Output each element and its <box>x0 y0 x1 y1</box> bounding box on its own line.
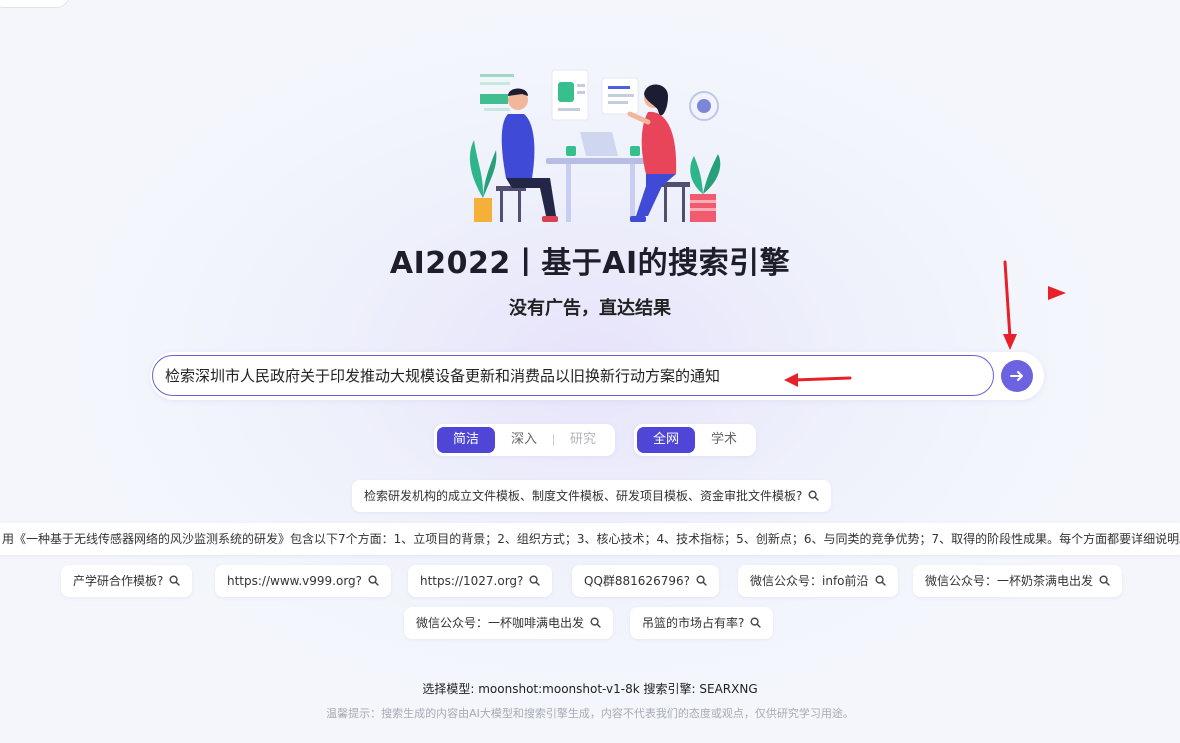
search-icon <box>750 617 762 628</box>
annotation-arrow-left-icon <box>784 373 852 387</box>
search-icon <box>368 575 379 586</box>
suggestion-chip[interactable]: 微信公众号：一杯咖啡满电出发 <box>404 607 614 639</box>
annotation-arrow-down-icon <box>1003 260 1017 350</box>
suggestion-chip[interactable]: 检索研发机构的成立文件模板、制度文件模板、研发项目模板、资金审批文件模板? <box>352 480 832 512</box>
suggestion-chip[interactable]: https://1027.org? <box>408 565 553 597</box>
search-icon <box>169 575 181 586</box>
search-icon <box>590 617 601 628</box>
suggestion-chip[interactable]: https://www.v999.org? <box>215 565 392 597</box>
scope-mode-toggle: 全网 学术 <box>634 424 757 456</box>
search-icon <box>808 490 820 501</box>
depth-option-concise[interactable]: 简洁 <box>437 427 496 453</box>
disclaimer: 温馨提示：搜索生成的内容由AI大模型和搜索引擎生成，内容不代表我们的态度或观点，… <box>326 707 854 720</box>
suggestion-chip[interactable]: 微信公众号：一杯奶茶满电出发 <box>913 565 1123 597</box>
scope-option-web[interactable]: 全网 <box>637 427 696 453</box>
hero-illustration <box>469 69 721 222</box>
annotation-triangle-icon <box>1048 286 1066 300</box>
suggestion-chip[interactable]: 微信公众号：info前沿 <box>738 565 898 597</box>
suggestion-chip[interactable]: 用《一种基于无线传感器网络的风沙监测系统的研发》包含以下7个方面：1、立项目的背… <box>0 523 1180 555</box>
search-icon <box>696 575 707 586</box>
depth-mode-toggle: 简洁 深入 研究 <box>434 424 616 456</box>
suggestion-chip[interactable]: QQ群881626796? <box>572 565 719 597</box>
search-submit-button[interactable] <box>1001 360 1033 392</box>
search-bar <box>150 352 1044 400</box>
suggestion-chip[interactable]: 产学研合作模板? <box>61 565 193 597</box>
scope-option-academic[interactable]: 学术 <box>695 427 753 453</box>
search-input[interactable] <box>152 355 994 396</box>
arrow-right-icon <box>1010 371 1023 381</box>
corner-tab[interactable] <box>0 0 70 8</box>
model-info: 选择模型: moonshot:moonshot-v1-8k 搜索引擎: SEAR… <box>422 682 758 696</box>
search-icon <box>875 575 886 586</box>
depth-option-research[interactable]: 研究 <box>554 427 612 453</box>
search-icon <box>1099 575 1110 586</box>
suggestion-chip[interactable]: 吊篮的市场占有率? <box>630 607 774 639</box>
depth-option-deep[interactable]: 深入 <box>495 427 553 453</box>
search-icon <box>529 575 541 586</box>
